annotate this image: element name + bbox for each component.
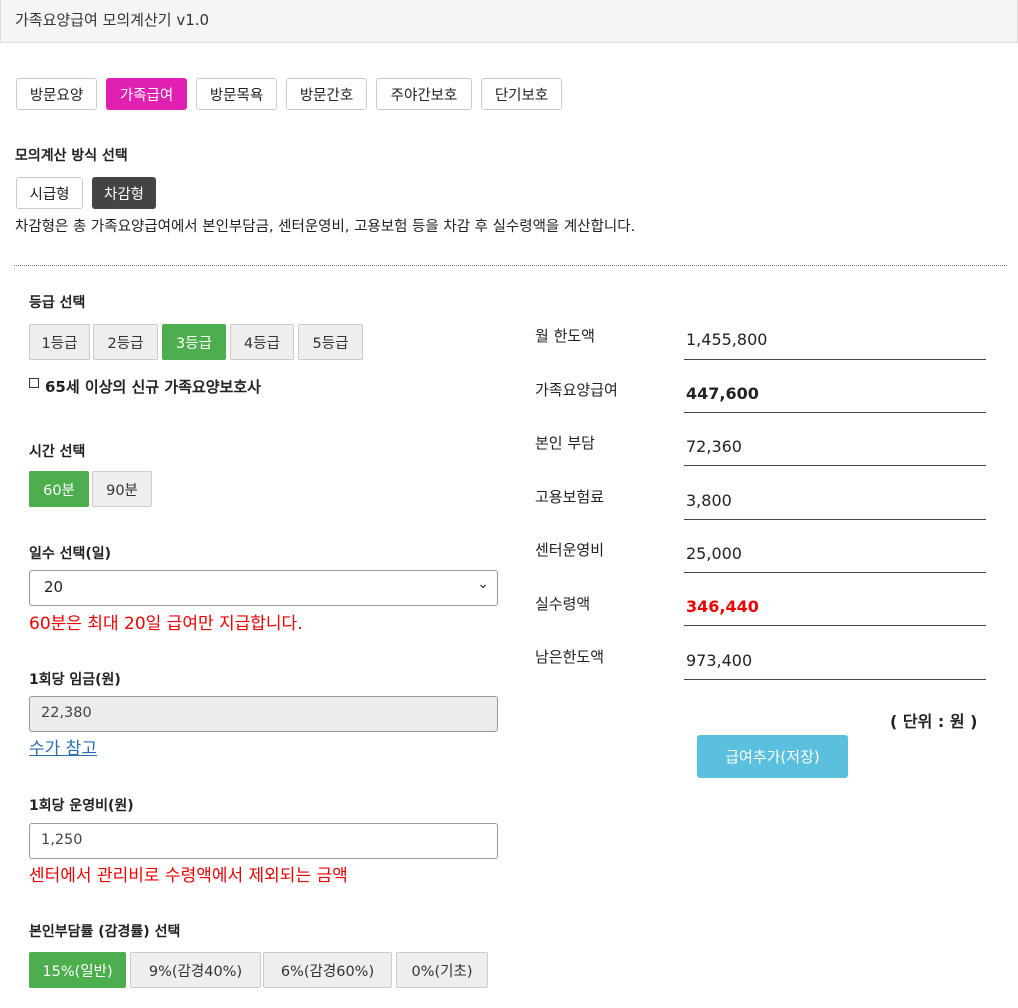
unit-note: ( 단위 : 원 ) (890, 712, 978, 731)
app-title: 가족요양급여 모의계산기 v1.0 (15, 11, 210, 29)
mode-section-label: 모의계산 방식 선택 (15, 148, 128, 164)
grade-2-button[interactable]: 2등급 (93, 324, 158, 360)
result-underline (684, 679, 986, 680)
grade-1-button[interactable]: 1등급 (29, 324, 90, 360)
tab-home-bath[interactable]: 방문목욕 (196, 78, 277, 110)
result-value-family-benefit: 447,600 (686, 384, 759, 403)
operating-cost-note: 센터에서 관리비로 수령액에서 제외되는 금액 (29, 866, 348, 886)
app-header: 가족요양급여 모의계산기 v1.0 (0, 0, 1018, 43)
time-section-label: 시간 선택 (29, 444, 86, 460)
tab-family-benefit[interactable]: 가족급여 (106, 78, 187, 110)
result-label-remaining-limit: 남은한도액 (535, 648, 605, 666)
wage-input-value: 22,380 (41, 705, 92, 721)
result-label-employment-insurance: 고용보험료 (535, 488, 605, 506)
chevron-down-icon: ⌄ (477, 576, 489, 592)
result-label-center-fee: 센터운영비 (535, 541, 605, 559)
new-caregiver-checkbox[interactable] (29, 378, 39, 388)
days-warning: 60분은 최대 20일 급여만 지급합니다. (29, 614, 303, 634)
mode-hourly-button[interactable]: 시급형 (16, 177, 83, 209)
days-section-label: 일수 선택(일) (29, 546, 112, 562)
wage-section-label: 1회당 임금(원) (29, 672, 121, 688)
days-select-value: 20 (44, 578, 64, 596)
result-label-family-benefit: 가족요양급여 (535, 381, 618, 399)
operating-cost-input[interactable]: 1,250 (29, 823, 498, 859)
result-underline (684, 519, 986, 520)
time-90-button[interactable]: 90분 (92, 471, 152, 507)
time-60-button[interactable]: 60분 (29, 471, 89, 507)
result-underline (684, 465, 986, 466)
days-select[interactable]: 20 ⌄ (29, 570, 498, 606)
result-underline (684, 359, 986, 360)
result-underline (684, 572, 986, 573)
result-value-employment-insurance: 3,800 (686, 491, 732, 510)
copay-9-button[interactable]: 9%(감경40%) (130, 952, 261, 988)
grade-section-label: 등급 선택 (29, 295, 86, 311)
result-label-copay: 본인 부담 (535, 434, 595, 452)
result-label-net-pay: 실수령액 (535, 595, 591, 613)
mode-deduction-button[interactable]: 차감형 (92, 177, 156, 209)
mode-description: 차감형은 총 가족요양급여에서 본인부담금, 센터운영비, 고용보험 등을 차감… (15, 219, 636, 235)
save-benefit-button[interactable]: 급여추가(저장) (697, 735, 848, 778)
wage-input[interactable]: 22,380 (29, 696, 498, 732)
operating-cost-section-label: 1회당 운영비(원) (29, 798, 134, 814)
fee-reference-link[interactable]: 수가 참고 (29, 734, 97, 759)
copay-15-button[interactable]: 15%(일반) (29, 952, 126, 988)
copay-0-button[interactable]: 0%(기초) (396, 952, 488, 988)
result-underline (684, 412, 986, 413)
result-value-remaining-limit: 973,400 (686, 651, 753, 670)
operating-cost-input-value: 1,250 (41, 832, 83, 848)
new-caregiver-checkbox-label: 65세 이상의 신규 가족요양보호사 (45, 378, 261, 396)
copay-section-label: 본인부담률 (감경률) 선택 (29, 924, 181, 940)
tab-home-nursing[interactable]: 방문간호 (286, 78, 367, 110)
result-underline (684, 625, 986, 626)
grade-3-button[interactable]: 3등급 (162, 324, 226, 360)
tab-short-term-care[interactable]: 단기보호 (481, 78, 562, 110)
copay-6-button[interactable]: 6%(감경60%) (263, 952, 392, 988)
tab-home-care[interactable]: 방문요양 (16, 78, 97, 110)
result-value-center-fee: 25,000 (686, 544, 742, 563)
tab-day-night-care[interactable]: 주야간보호 (376, 78, 472, 110)
result-label-monthly-limit: 월 한도액 (535, 327, 595, 345)
result-value-net-pay: 346,440 (686, 597, 759, 616)
grade-4-button[interactable]: 4등급 (230, 324, 294, 360)
result-value-monthly-limit: 1,455,800 (686, 330, 768, 349)
grade-5-button[interactable]: 5등급 (298, 324, 363, 360)
section-divider (14, 265, 1007, 266)
result-value-copay: 72,360 (686, 437, 742, 456)
